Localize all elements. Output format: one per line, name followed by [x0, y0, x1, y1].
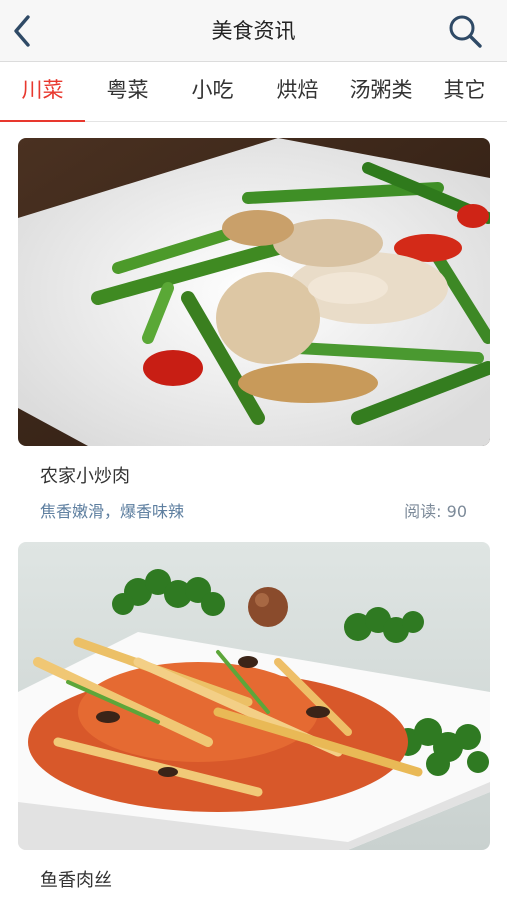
tab-qita[interactable]: 其它 [422, 62, 507, 122]
tab-hongbei[interactable]: 烘焙 [255, 62, 340, 122]
read-count: 阅读: 90 [404, 498, 467, 522]
tab-label: 小吃 [191, 78, 234, 102]
tab-label: 粤菜 [106, 78, 149, 102]
article-title: 农家小炒肉 [40, 466, 130, 487]
tab-yuecai[interactable]: 粤菜 [85, 62, 170, 122]
nav-header: 美食资讯 [0, 0, 507, 62]
tab-label: 汤粥类 [349, 78, 413, 102]
app-root: 美食资讯 川菜 粤菜 小吃 烘焙 汤粥类 其它 农家小炒肉 焦香嫩滑，爆香味辣 … [0, 0, 507, 900]
tab-label: 川菜 [21, 78, 64, 102]
tab-label: 烘焙 [276, 78, 319, 102]
article-image[interactable] [18, 138, 490, 446]
article-image[interactable] [18, 542, 490, 850]
tab-chuancai[interactable]: 川菜 [0, 62, 85, 122]
search-icon [449, 15, 482, 48]
page-title: 美食资讯 [211, 19, 296, 43]
category-tabs: 川菜 粤菜 小吃 烘焙 汤粥类 其它 [0, 62, 507, 122]
tab-label: 其它 [443, 78, 486, 102]
stir-fried-pork-photo [18, 138, 490, 446]
fish-flavored-pork-photo [18, 542, 490, 850]
article-card[interactable]: 鱼香肉丝 [0, 526, 507, 900]
read-count-label: 阅读: [404, 502, 442, 521]
tab-xiaochi[interactable]: 小吃 [170, 62, 255, 122]
article-card[interactable]: 农家小炒肉 焦香嫩滑，爆香味辣 阅读: 90 [0, 122, 507, 526]
article-feed: 农家小炒肉 焦香嫩滑，爆香味辣 阅读: 90 鱼香肉丝 [0, 122, 507, 900]
read-count-value: 90 [446, 502, 467, 521]
article-title: 鱼香肉丝 [40, 870, 112, 891]
article-description: 焦香嫩滑，爆香味辣 [40, 502, 185, 521]
search-button[interactable] [447, 13, 485, 51]
tab-tangzhou[interactable]: 汤粥类 [340, 62, 422, 122]
